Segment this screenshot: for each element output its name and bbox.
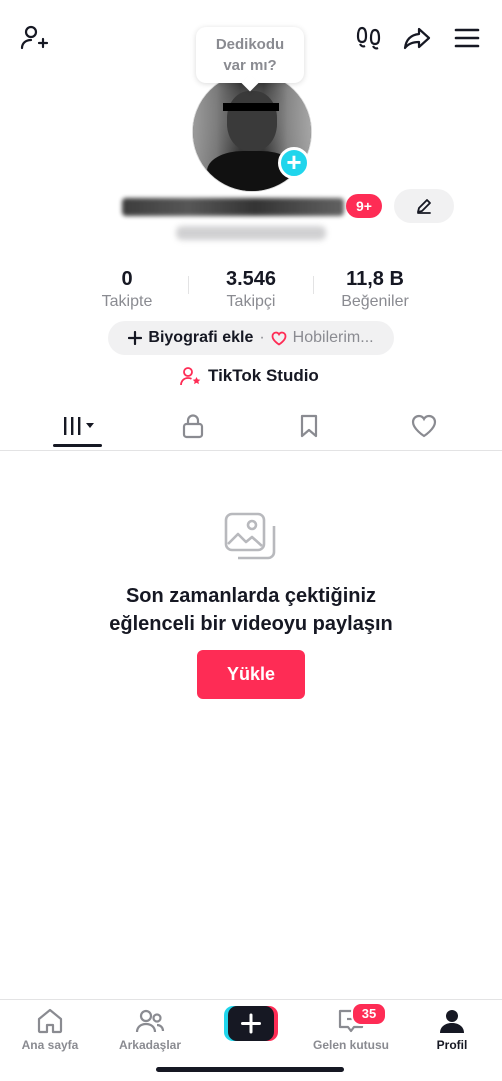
footprints-icon bbox=[356, 26, 381, 50]
followers-count: 3.546 bbox=[225, 268, 277, 290]
footprints-button[interactable] bbox=[351, 20, 387, 56]
heart-icon bbox=[411, 414, 436, 438]
nav-home-label: Ana sayfa bbox=[21, 1038, 79, 1052]
separator-dot: · bbox=[259, 329, 265, 346]
heart-outline-icon bbox=[271, 331, 287, 346]
following-stat[interactable]: 0 Takipte bbox=[77, 266, 177, 312]
profile-handle-redacted bbox=[176, 226, 326, 240]
notification-badge[interactable]: 9+ bbox=[346, 194, 382, 218]
add-friend-button[interactable] bbox=[16, 20, 52, 56]
add-bio-button[interactable]: Biyografi ekle bbox=[148, 329, 253, 347]
nav-home[interactable]: Ana sayfa bbox=[0, 1000, 100, 1060]
tab-private[interactable] bbox=[130, 402, 255, 450]
bookmark-icon bbox=[300, 414, 317, 438]
stat-divider bbox=[313, 276, 314, 294]
share-arrow-icon bbox=[403, 27, 431, 50]
edit-profile-button[interactable] bbox=[394, 189, 454, 223]
pencil-icon bbox=[417, 199, 431, 214]
nav-friends-label: Arkadaşlar bbox=[118, 1038, 182, 1052]
nav-profile-label: Profil bbox=[436, 1038, 468, 1052]
profile-name-redacted bbox=[122, 198, 344, 216]
bio-pill: Biyografi ekle · Hobilerim... bbox=[108, 321, 394, 355]
add-story-button[interactable]: + bbox=[278, 147, 310, 179]
empty-state-message: Son zamanlarda çektiğiniz eğlenceli bir … bbox=[109, 585, 393, 635]
likes-stat[interactable]: 11,8 B Beğeniler bbox=[325, 266, 425, 312]
hamburger-menu-icon bbox=[454, 28, 480, 48]
home-indicator bbox=[156, 1067, 344, 1072]
note-bubble[interactable]: Dedikodu var mı? bbox=[196, 27, 304, 83]
tab-videos[interactable] bbox=[16, 402, 141, 450]
photos-icon bbox=[224, 512, 276, 560]
hobbies-button[interactable]: Hobilerim... bbox=[293, 329, 374, 347]
share-profile-button[interactable] bbox=[399, 20, 435, 56]
menu-button[interactable] bbox=[449, 20, 485, 56]
person-star-icon bbox=[180, 367, 201, 386]
upload-button[interactable]: Yükle bbox=[197, 650, 305, 699]
plus-icon bbox=[128, 331, 143, 345]
stat-divider bbox=[188, 276, 189, 294]
grid-bars-icon bbox=[63, 417, 94, 435]
studio-label: TikTok Studio bbox=[208, 366, 319, 385]
nav-inbox-label: Gelen kutusu bbox=[312, 1038, 389, 1052]
lock-icon bbox=[182, 414, 203, 439]
following-label: Takipte bbox=[101, 293, 153, 310]
home-icon bbox=[37, 1008, 63, 1034]
nav-friends[interactable]: Arkadaşlar bbox=[100, 1000, 200, 1060]
profile-icon bbox=[440, 1010, 464, 1033]
followers-label: Takipçi bbox=[226, 293, 276, 310]
followers-stat[interactable]: 3.546 Takipçi bbox=[201, 266, 301, 312]
following-count: 0 bbox=[121, 268, 133, 290]
tiktok-studio-link[interactable]: TikTok Studio bbox=[180, 364, 319, 388]
likes-label: Beğeniler bbox=[341, 293, 409, 310]
create-button[interactable] bbox=[224, 1006, 278, 1041]
friends-icon bbox=[135, 1009, 165, 1033]
inbox-badge: 35 bbox=[351, 1002, 387, 1026]
tab-liked[interactable] bbox=[361, 402, 486, 450]
likes-count: 11,8 B bbox=[346, 268, 404, 290]
tab-saved[interactable] bbox=[246, 402, 371, 450]
person-plus-icon bbox=[20, 25, 49, 50]
nav-profile[interactable]: Profil bbox=[402, 1000, 502, 1060]
active-tab-indicator bbox=[53, 444, 102, 447]
